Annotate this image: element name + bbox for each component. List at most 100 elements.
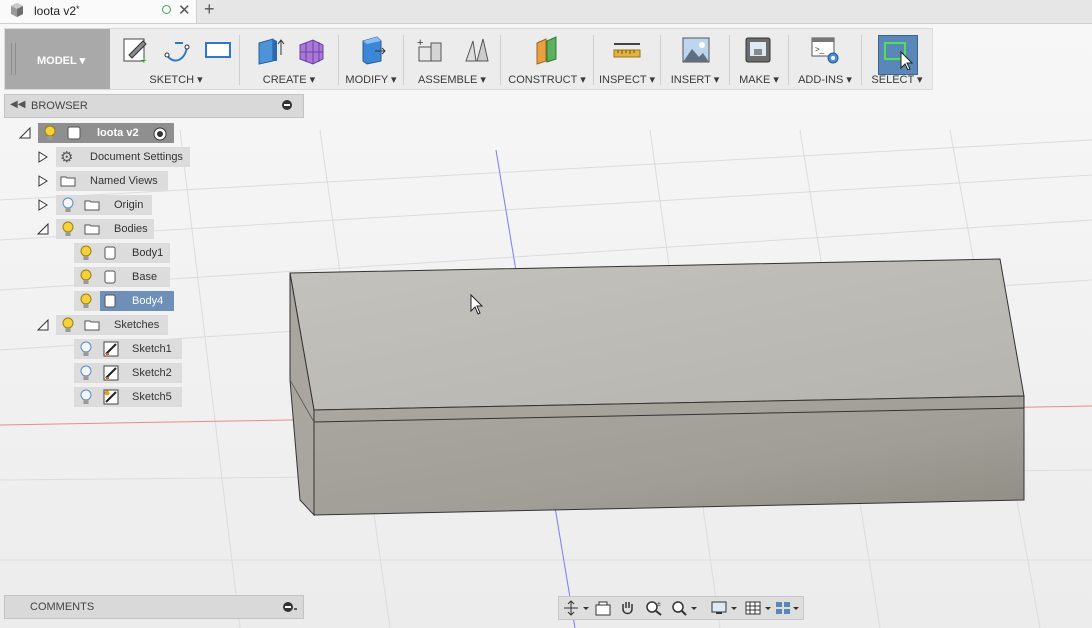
new-tab-icon[interactable]: + <box>204 0 215 20</box>
insert-image-icon[interactable] <box>681 35 711 65</box>
insert-menu-label[interactable]: INSERT ▾ <box>662 73 728 86</box>
sketch-menu-label[interactable]: SKETCH ▾ <box>115 73 237 86</box>
body-icon <box>104 246 116 260</box>
orbit-icon[interactable] <box>563 600 591 616</box>
look-at-icon[interactable] <box>594 600 612 616</box>
tree-root[interactable]: loota v2 <box>0 123 180 143</box>
folder-icon <box>60 176 76 187</box>
comments-panel-header: COMMENTS <box>4 595 304 619</box>
3d-print-icon[interactable] <box>743 35 773 65</box>
insert-group: INSERT ▾ <box>662 29 728 89</box>
tree-item-sketch5[interactable]: Sketch5 <box>0 387 184 407</box>
assemble-group: + ASSEMBLE ▾ <box>405 29 499 89</box>
tree-item-base[interactable]: Base <box>0 267 170 287</box>
press-pull-icon[interactable] <box>357 35 387 65</box>
arc-sketch-icon[interactable] <box>163 35 193 65</box>
construct-menu-label[interactable]: CONSTRUCT ▾ <box>502 73 592 86</box>
toolbar-divider <box>660 35 661 85</box>
collapsed-arrow-icon[interactable] <box>38 151 48 163</box>
visibility-bulb-icon[interactable] <box>80 245 92 261</box>
close-tab-icon[interactable]: ✕ <box>178 1 191 19</box>
visibility-bulb-icon[interactable] <box>44 125 56 141</box>
visibility-bulb-icon[interactable] <box>62 317 74 333</box>
expanded-arrow-icon[interactable] <box>37 223 49 235</box>
zoom-icon[interactable]: ± <box>645 600 663 616</box>
tree-item-sketch1[interactable]: Sketch1 <box>0 339 184 359</box>
tree-item-origin[interactable]: Origin <box>0 195 160 215</box>
rectangle-sketch-icon[interactable] <box>203 35 233 65</box>
minimize-panel-icon[interactable] <box>282 100 292 110</box>
tree-item-document-settings[interactable]: ⚙ Document Settings <box>0 147 190 167</box>
expanded-arrow-icon[interactable] <box>19 127 31 139</box>
visibility-bulb-off-icon[interactable] <box>80 341 92 357</box>
tree-item-label: Sketch2 <box>132 367 172 379</box>
new-component-icon[interactable]: + <box>415 35 445 65</box>
add-comment-icon[interactable] <box>282 601 298 613</box>
modify-menu-label[interactable]: MODIFY ▾ <box>340 73 402 86</box>
collapse-panel-icon[interactable]: ◀◀ <box>10 99 25 110</box>
visibility-bulb-icon[interactable] <box>80 269 92 285</box>
make-menu-label[interactable]: MAKE ▾ <box>731 73 787 86</box>
joint-icon[interactable] <box>461 35 491 65</box>
add-ins-menu-label[interactable]: ADD-INS ▾ <box>790 73 860 86</box>
toolbar-divider <box>593 35 594 85</box>
visibility-bulb-icon[interactable] <box>62 221 74 237</box>
svg-text:+: + <box>417 37 423 49</box>
inspect-menu-label[interactable]: INSPECT ▾ <box>595 73 659 86</box>
form-icon[interactable] <box>295 35 325 65</box>
collapsed-arrow-icon[interactable] <box>38 199 48 211</box>
folder-icon <box>84 320 100 331</box>
part-document-icon <box>11 3 23 17</box>
toolbar-divider <box>338 35 339 85</box>
tree-item-named-views[interactable]: Named Views <box>0 171 170 191</box>
make-group: MAKE ▾ <box>731 29 787 89</box>
tree-item-label: Named Views <box>90 175 158 187</box>
browser-title: BROWSER <box>31 100 88 112</box>
expanded-arrow-icon[interactable] <box>37 319 49 331</box>
workspace-switcher-button[interactable]: MODEL ▾ <box>5 29 110 89</box>
select-menu-label[interactable]: SELECT ▾ <box>863 73 931 86</box>
tree-item-bodies[interactable]: Bodies <box>0 219 160 239</box>
inspect-group: INSPECT ▾ <box>595 29 659 89</box>
visibility-bulb-off-icon[interactable] <box>62 197 74 213</box>
offset-plane-icon[interactable] <box>532 35 562 65</box>
measure-icon[interactable] <box>612 35 642 65</box>
sketch-icon <box>103 365 119 381</box>
document-tab[interactable]: loota v2* ✕ <box>0 0 197 23</box>
sketch-icon <box>103 341 119 357</box>
create-group: CREATE ▾ <box>241 29 337 89</box>
svg-text:+: + <box>141 56 147 65</box>
toolbar-divider <box>500 35 501 85</box>
grid-settings-icon[interactable] <box>745 600 775 616</box>
tree-item-body1[interactable]: Body1 <box>0 243 170 263</box>
visibility-bulb-off-icon[interactable] <box>80 365 92 381</box>
box-model <box>289 258 1025 517</box>
toolbar-divider <box>239 35 240 85</box>
tree-item-sketch2[interactable]: Sketch2 <box>0 363 184 383</box>
toolbar-divider <box>788 35 789 85</box>
assemble-menu-label[interactable]: ASSEMBLE ▾ <box>405 73 499 86</box>
tree-item-body4[interactable]: Body4 <box>0 291 176 311</box>
extrude-icon[interactable] <box>255 35 285 65</box>
tree-item-sketches[interactable]: Sketches <box>0 315 170 335</box>
scripts-add-ins-icon[interactable]: >_ <box>810 35 840 65</box>
document-tab-bar: loota v2* ✕ + <box>0 0 1092 24</box>
select-tool-active-bg[interactable] <box>878 35 918 75</box>
activate-radio-icon[interactable] <box>152 126 168 142</box>
sync-status-icon <box>162 5 171 14</box>
tree-item-label: Origin <box>114 199 144 211</box>
visibility-bulb-off-icon[interactable] <box>80 389 92 405</box>
modify-group: MODIFY ▾ <box>340 29 402 89</box>
viewports-icon[interactable] <box>775 600 801 616</box>
fit-zoom-icon[interactable] <box>671 600 701 616</box>
pan-hand-icon[interactable] <box>619 600 637 616</box>
display-settings-icon[interactable] <box>711 600 741 616</box>
body-icon <box>104 270 116 284</box>
svg-text:>_: >_ <box>815 45 825 54</box>
sketch-group: + SKETCH ▾ <box>115 29 237 89</box>
folder-icon <box>84 224 100 235</box>
collapsed-arrow-icon[interactable] <box>38 175 48 187</box>
create-menu-label[interactable]: CREATE ▾ <box>241 73 337 86</box>
create-sketch-icon[interactable]: + <box>121 35 151 65</box>
visibility-bulb-icon[interactable] <box>80 293 92 309</box>
